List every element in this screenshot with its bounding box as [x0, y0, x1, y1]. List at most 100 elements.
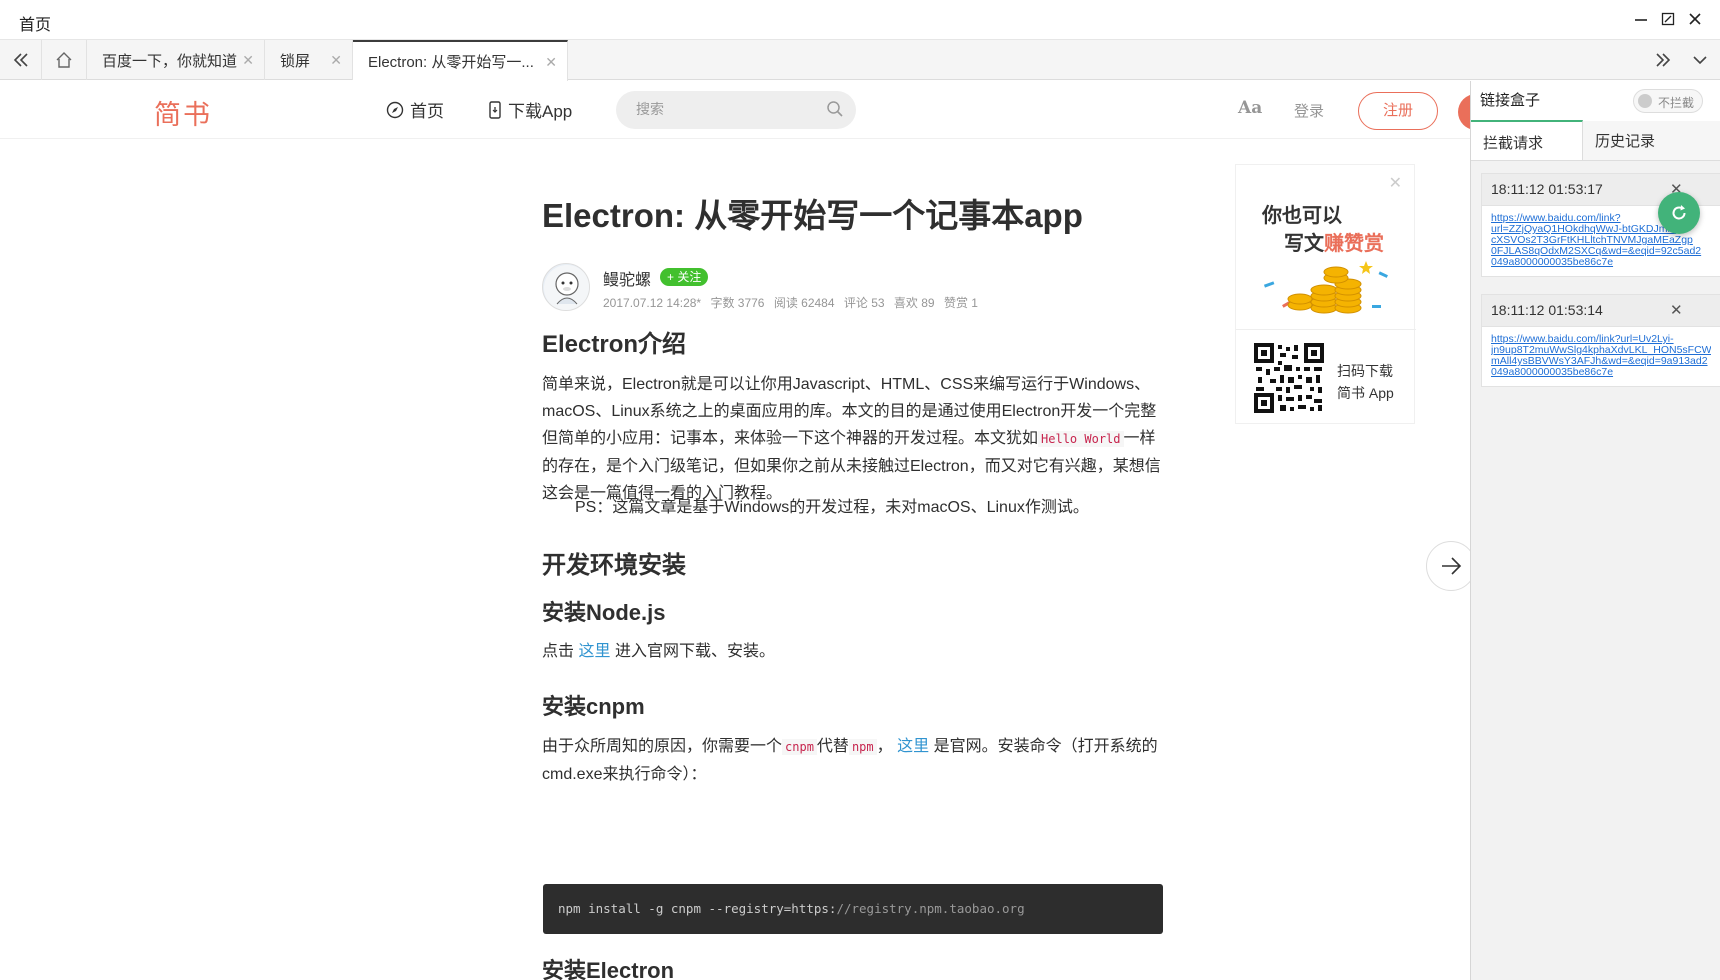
panel-title: 链接盒子	[1480, 92, 1541, 109]
inline-code-hello-world: Hello World	[1038, 431, 1124, 447]
like-count: 喜欢 89	[893, 296, 935, 310]
nav-home-link[interactable]: 首页	[386, 97, 444, 122]
nav-home-label: 首页	[410, 102, 444, 121]
window-titlebar: 首页	[0, 0, 1720, 40]
remove-request-icon[interactable]: ✕	[1670, 301, 1683, 319]
cnpm-text-1: 由于众所周知的原因，你需要一个	[542, 738, 783, 755]
close-window-icon[interactable]	[1686, 11, 1704, 29]
search-box[interactable]	[616, 91, 856, 129]
ad-slogan-line1: 你也可以	[1262, 205, 1342, 227]
ad-slogan-line2: 写文赚赞赏	[1284, 227, 1384, 256]
ad-app-name: 简书 App	[1337, 385, 1394, 401]
next-article-arrow-icon[interactable]	[1426, 541, 1470, 591]
tab-label: Electron: 从零开始写一...	[368, 54, 534, 71]
nav-download-link[interactable]: 下载App	[488, 97, 572, 122]
heading-install-node: 安装Node.js	[542, 600, 666, 625]
node-download-link[interactable]: 这里	[578, 643, 610, 660]
font-size-toggle[interactable]: Aa	[1238, 98, 1262, 118]
request-url-line: 049a8000000035be86c7e	[1491, 257, 1614, 268]
request-url-line: cXSVOs2T3GrFtKHLltchTNVMJgaMEaZgp	[1491, 235, 1693, 246]
heading-electron-intro: Electron介绍	[542, 331, 687, 358]
toggle-label: 不拦截	[1658, 96, 1695, 110]
close-tab-icon[interactable]: ✕	[242, 52, 254, 69]
heading-install-cnpm: 安装cnpm	[542, 694, 645, 719]
node-paragraph: 点击 这里 进入官网下载、安装。	[542, 638, 1164, 665]
request-time: 18:11:12 01:53:17	[1491, 181, 1603, 197]
request-list: 18:11:12 01:53:17 ✕ https://www.baidu.co…	[1471, 161, 1720, 980]
request-card[interactable]: 18:11:12 01:53:14 ✕ https://www.baidu.co…	[1481, 294, 1720, 387]
home-icon[interactable]	[42, 40, 87, 80]
comment-count: 评论 53	[843, 296, 885, 310]
close-tab-icon[interactable]: ✕	[545, 54, 557, 71]
article-meta: 2017.07.12 14:28* 字数 3776 阅读 62484 评论 53…	[603, 294, 984, 311]
word-count: 字数 3776	[710, 296, 765, 310]
request-url-line: 049a8000000035be86c7e	[1491, 367, 1614, 378]
ps-paragraph: PS：这篇文章是基于Windows的开发过程，未对macOS、Linux作测试。	[575, 499, 1089, 516]
tab-list-chevron-down-icon[interactable]	[1680, 40, 1720, 80]
inline-code-npm: npm	[848, 739, 877, 755]
login-link[interactable]: 登录	[1294, 100, 1324, 121]
request-time: 18:11:12 01:53:14	[1491, 302, 1603, 318]
tab-label: 锁屏	[280, 52, 311, 70]
window-title: 首页	[19, 17, 52, 34]
request-url-line: jn9up8T2muWwSlg4kphaXdvLKL_HON5sFCW	[1491, 345, 1711, 356]
request-url-line: 0FJLAS8qOdxM2SXCq&wd=&eqid=92c5ad2	[1491, 246, 1702, 257]
qr-code-icon	[1254, 343, 1324, 413]
cnpm-text-2: 代替	[816, 738, 849, 755]
site-header: 简书 首页 下载App Aa 登录 注册	[0, 81, 1470, 139]
request-header: 18:11:12 01:53:14 ✕	[1482, 295, 1720, 327]
intro-paragraph: 简单来说，Electron就是可以让你用Javascript、HTML、CSS来…	[542, 371, 1164, 507]
read-count: 阅读 62484	[773, 296, 835, 310]
ad-download-text: 扫码下载	[1337, 363, 1393, 379]
author-name[interactable]: 鳗驼螺	[603, 266, 651, 290]
inline-code-cnpm: cnpm	[782, 739, 817, 755]
site-logo[interactable]: 简书	[154, 93, 212, 132]
restore-icon[interactable]	[1659, 11, 1677, 29]
browser-tabbar: 百度一下，你就知道 ✕ 锁屏 ✕ Electron: 从零开始写一... ✕	[0, 40, 1720, 81]
publish-date: 2017.07.12 14:28*	[603, 296, 702, 310]
tab-history[interactable]: 历史记录	[1583, 120, 1693, 160]
phone-icon	[489, 100, 501, 119]
write-article-button[interactable]	[1458, 94, 1470, 130]
close-tab-icon[interactable]: ✕	[330, 52, 342, 69]
intercept-toggle[interactable]: 不拦截	[1633, 89, 1703, 113]
refresh-icon[interactable]	[1658, 192, 1700, 234]
ad-divider	[1236, 329, 1416, 330]
cnpm-paragraph: 由于众所周知的原因，你需要一个 cnpm 代替 npm， 这里 是官网。安装命令（打开…	[542, 733, 1164, 788]
follow-button[interactable]: + 关注	[660, 268, 709, 286]
tab-lockscreen[interactable]: 锁屏 ✕	[265, 40, 353, 80]
request-url-line: mAll4ysBBVWsY3AFJh&wd=&eqid=9a913ad2	[1491, 356, 1708, 367]
node-text-pre: 点击	[542, 643, 575, 660]
request-url-line: https://www.baidu.com/link?url=Uv2Lyi-	[1491, 334, 1674, 345]
tab-label: 百度一下，你就知道	[102, 52, 238, 70]
avatar[interactable]	[542, 263, 590, 311]
article-title: Electron: 从零开始写一个记事本app	[542, 197, 1083, 234]
search-input[interactable]	[636, 101, 816, 117]
code-command: npm install -g cnpm --registry=https:	[558, 901, 837, 916]
reward-count: 赞赏 1	[943, 296, 978, 310]
heading-dev-env: 开发环境安装	[542, 552, 686, 579]
cnpm-text-3: ，	[876, 738, 893, 755]
search-icon[interactable]	[826, 100, 844, 123]
ad-slogan-highlight: 赚赞赏	[1324, 233, 1384, 255]
nav-download-label: 下载App	[508, 102, 573, 121]
code-registry-url: //registry.npm.taobao.org	[836, 901, 1025, 916]
compass-icon	[386, 101, 404, 118]
cnpm-official-link[interactable]: 这里	[897, 738, 929, 755]
download-app-ad[interactable]: ✕ 你也可以 写文赚赞赏 扫码下载 简书 App	[1235, 164, 1416, 424]
ad-slogan-pre: 写文	[1284, 233, 1324, 255]
tab-electron-article[interactable]: Electron: 从零开始写一... ✕	[353, 40, 568, 81]
scroll-tabs-right-icon[interactable]	[1643, 40, 1683, 80]
heading-install-electron: 安装Electron	[542, 958, 675, 980]
minimize-icon[interactable]	[1632, 11, 1650, 29]
coins-illustration	[1263, 261, 1388, 314]
tab-baidu[interactable]: 百度一下，你就知道 ✕	[87, 40, 265, 80]
tab-intercept-requests[interactable]: 拦截请求	[1471, 120, 1583, 160]
close-ad-icon[interactable]: ✕	[1389, 173, 1402, 193]
collapse-left-icon[interactable]	[0, 40, 42, 80]
code-block-install-cnpm[interactable]: npm install -g cnpm --registry=https://r…	[543, 884, 1163, 934]
request-url-link[interactable]: https://www.baidu.com/link?url=Uv2Lyi- j…	[1482, 327, 1720, 386]
register-button[interactable]: 注册	[1358, 92, 1438, 130]
toggle-knob	[1638, 94, 1652, 108]
node-text-post: 进入官网下载、安装。	[614, 643, 775, 660]
